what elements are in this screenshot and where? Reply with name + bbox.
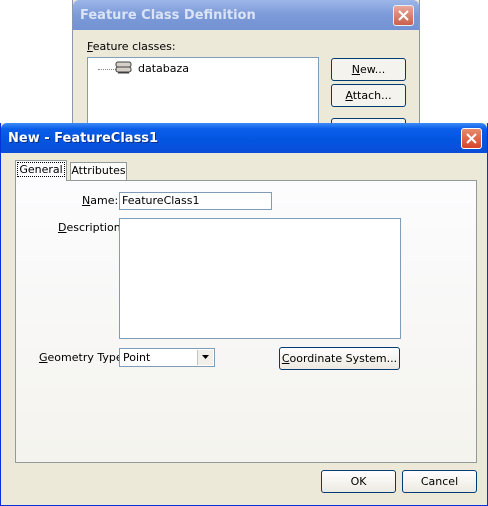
geometry-type-label: Geometry Type: [39,351,127,364]
tree-item-databaza[interactable]: databaza [138,62,189,75]
database-icon [115,61,132,74]
feature-classes-label: Feature classes: [87,40,176,53]
cancel-button[interactable]: Cancel [402,470,477,493]
close-button[interactable] [393,5,414,26]
close-button[interactable] [461,128,482,149]
feature-classes-tree[interactable]: databaza [87,57,319,129]
description-textarea[interactable] [119,218,401,339]
chevron-down-icon [202,355,209,359]
geometry-type-select[interactable]: Point [119,348,215,367]
name-label: Name: [82,194,119,207]
window-title: Feature Class Definition [80,8,256,23]
attach-button[interactable]: Attach... [331,84,406,107]
dropdown-button[interactable] [197,350,213,365]
general-tab-panel: Name: FeatureClass1 Description: Geometr… [15,180,477,463]
tab-general[interactable]: General [15,160,67,181]
name-input[interactable]: FeatureClass1 [119,192,272,210]
coordinate-system-button[interactable]: Coordinate System... [279,347,400,370]
feature-class-definition-dialog: Feature Class Definition Feature classes… [72,0,420,141]
ok-button[interactable]: OK [321,470,396,493]
close-icon [398,10,409,21]
new-featureclass-dialog: New - FeatureClass1 General Attributes N… [0,123,488,506]
description-label: Description: [58,221,125,234]
window-title: New - FeatureClass1 [8,131,159,146]
title-bar[interactable]: New - FeatureClass1 [1,123,487,153]
close-icon [466,133,477,144]
new-button[interactable]: New... [331,58,406,81]
tab-attributes[interactable]: Attributes [70,162,127,180]
title-bar[interactable]: Feature Class Definition [73,0,419,30]
geometry-type-value: Point [123,351,151,364]
